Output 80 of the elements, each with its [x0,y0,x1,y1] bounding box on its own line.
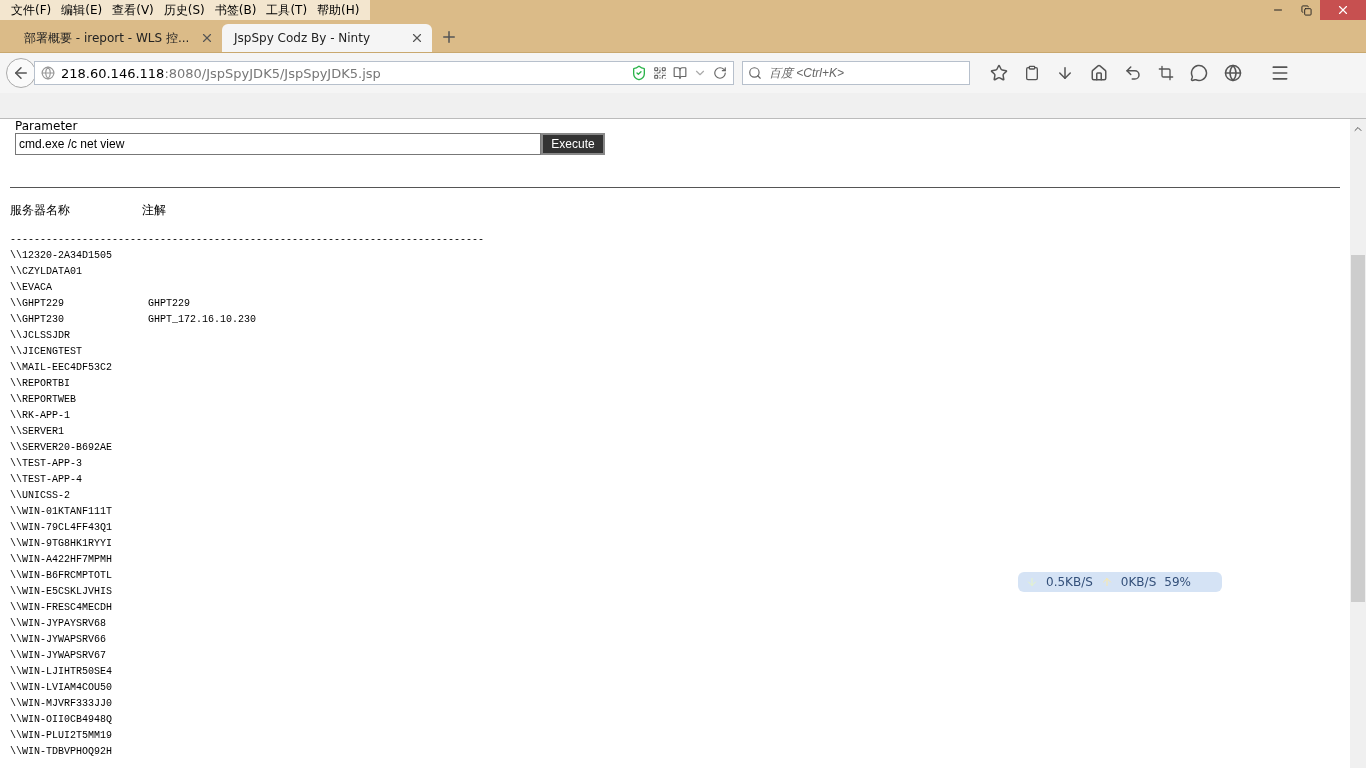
server-name: \\WIN-TDBVPHOQ92H [10,745,114,759]
menu-item[interactable]: 帮助(H) [312,0,365,20]
search-icon [748,66,762,80]
usage-percent: 59% [1164,575,1191,589]
menu-item[interactable]: 查看(V) [107,0,159,20]
server-comment: GHPT229 [148,297,190,311]
download-arrow-icon [1026,576,1038,588]
reader-icon[interactable] [673,66,687,80]
server-name: \\WIN-B6FRCMPTOTL [10,569,114,583]
menu-item[interactable]: 工具(T) [261,0,313,20]
server-name: \\WIN-PLUI2T5MM19 [10,729,114,743]
back-button[interactable] [6,58,36,88]
server-name: \\JCLSSJDR [10,329,71,343]
server-name: \\WIN-E5CSKLJVHIS [10,585,114,599]
restore-icon [1300,4,1312,16]
reload-icon[interactable] [713,66,727,80]
column-header: 服务器名称 [10,202,71,218]
globe-icon[interactable] [1224,64,1242,82]
server-name: \\SERVER1 [10,425,65,439]
server-name: \\WIN-JYPAYSRV68 [10,617,107,631]
shield-icon[interactable] [631,65,647,81]
download-icon[interactable] [1056,64,1074,82]
undo-icon[interactable] [1124,64,1142,82]
server-name: \\WIN-FRESC4MECDH [10,601,114,615]
server-name: \\REPORTWEB [10,393,77,407]
download-speed: 0.5KB/S [1046,575,1093,589]
server-name: \\RK-APP-1 [10,409,71,423]
address-bar[interactable]: 218.60.146.118:8080/JspSpyJDK5/JspSpyJDK5.jsp [34,61,734,85]
command-field[interactable]: cmd.exe /c net view [15,133,541,155]
server-name: \\WIN-OII0CB4948Q [10,713,114,727]
globe-icon [41,66,55,80]
server-name: \\12320-2A34D1505 [10,249,114,263]
menu-item[interactable]: 书签(B) [209,0,262,20]
scrollbar[interactable] [1350,119,1366,768]
server-name: \\REPORTBI [10,377,71,391]
browser-tab[interactable]: 部署概要 - ireport - WLS 控... [12,24,222,52]
server-name: \\TEST-APP-4 [10,473,83,487]
server-name: \\WIN-9TG8HK1RYYI [10,537,114,551]
server-comment: GHPT_172.16.10.230 [148,313,257,327]
close-icon [1336,3,1350,17]
column-header: 注解 [142,202,167,218]
server-name: \\UNICSS-2 [10,489,71,503]
qr-code-icon[interactable] [653,66,667,80]
execute-button[interactable]: Execute [541,133,605,155]
server-name: \\GHPT229 [10,297,65,311]
server-name: \\WIN-LJIHTR50SE4 [10,665,114,679]
url-text: 218.60.146.118:8080/JspSpyJDK5/JspSpyJDK5.jsp [61,65,382,81]
upload-arrow-icon [1100,576,1113,588]
dash-rule-text: ------------------------------------------------------------------------------- [10,233,486,247]
server-name: \\WIN-A422HF7MPMH [10,553,114,567]
menu-icon[interactable] [1270,63,1290,83]
server-name: \\WIN-MJVRF333JJ0 [10,697,114,711]
parameter-label: Parameter [15,119,79,133]
server-name: \\WIN-JYWAPSRV66 [10,633,107,647]
clipboard-icon[interactable] [1024,65,1040,81]
scrollbar-thumb[interactable] [1351,255,1365,602]
close-icon[interactable] [410,31,424,45]
menu-item[interactable]: 编辑(E) [56,0,108,20]
close-icon[interactable] [200,31,214,45]
menu-item[interactable]: 历史(S) [158,0,210,20]
new-tab-icon[interactable] [440,28,458,46]
search-field[interactable]: 百度 <Ctrl+K> [742,61,970,85]
server-name: \\WIN-JYWAPSRV67 [10,649,107,663]
server-name: \\SERVER20-B692AE [10,441,114,455]
server-name: \\WIN-LVIAM4COU50 [10,681,114,695]
server-name: \\WIN-01KTANF111T [10,505,114,519]
chat-icon[interactable] [1190,64,1208,82]
upload-speed: 0KB/S [1120,575,1157,589]
server-name: \\JICENGTEST [10,345,83,359]
server-name: \\GHPT230 [10,313,65,327]
server-name: \\TEST-APP-3 [10,457,83,471]
crop-icon[interactable] [1158,65,1174,81]
menu-item[interactable]: 文件(F) [6,0,57,20]
server-name: \\MAIL-EEC4DF53C2 [10,361,114,375]
star-icon[interactable] [990,64,1008,82]
server-name: \\WIN-79CL4FF43Q1 [10,521,114,535]
browser-tab[interactable]: JspSpy Codz By - Ninty [222,24,432,52]
home-icon[interactable] [1090,64,1108,82]
server-name: \\EVACA [10,281,53,295]
server-name: \\CZYLDATA01 [10,265,83,279]
